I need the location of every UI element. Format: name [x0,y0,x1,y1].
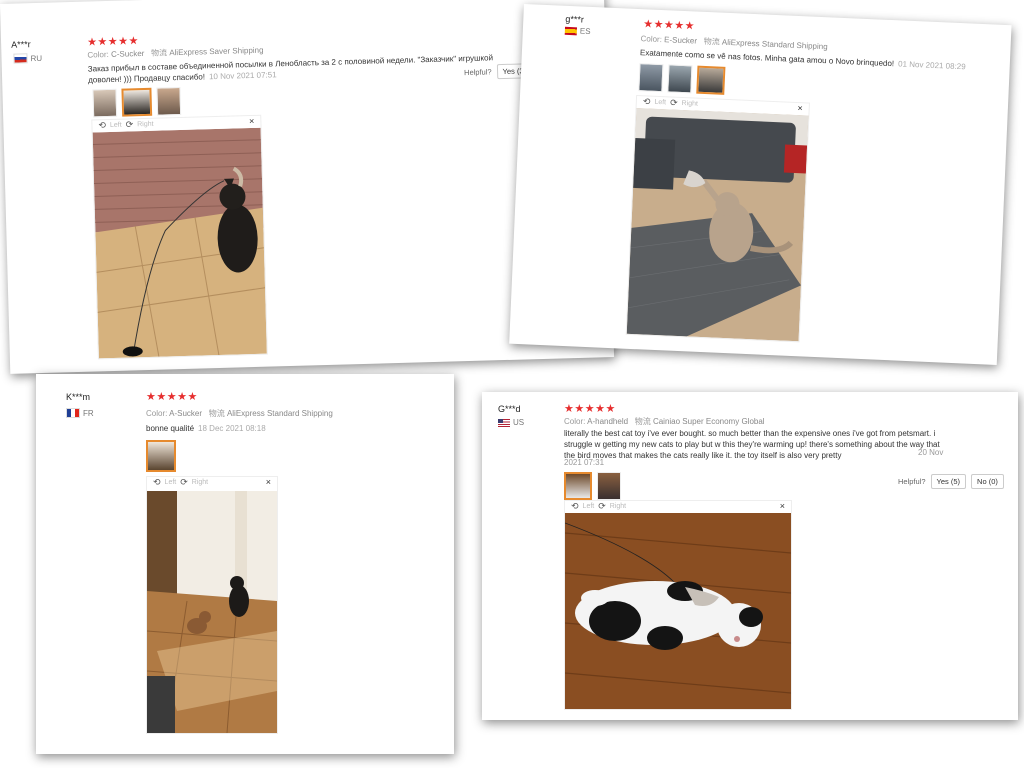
spain-flag-icon [564,26,578,35]
review-date-continued: 2021 07:31 [564,458,605,467]
rating-stars: ★★★★★ [564,403,616,415]
review-photo [92,127,267,359]
rotate-left-icon[interactable]: ⟲ [643,96,651,107]
reviewer-country: FR [66,408,94,418]
review-text: bonne qualité 18 Dec 2021 08:18 [146,424,266,433]
viewer-toolbar: ⟲ Left ⟳ Right × [565,501,791,512]
reviewer-country: RU [13,53,42,64]
reviewer-country: US [498,418,524,427]
rotate-left-icon[interactable]: ⟲ [153,477,161,488]
photo-thumbnail-selected[interactable] [121,87,153,117]
helpful-yes-button[interactable]: Yes (5) [930,474,967,489]
photo-thumbnail[interactable] [156,86,182,116]
reviewer-country: ES [564,26,591,36]
rotate-left-icon[interactable]: ⟲ [98,120,106,131]
rotate-right-label[interactable]: Right [137,121,154,128]
review-date: 20 Nov [918,448,944,457]
reviewer-name: G***d [498,404,521,414]
rotate-left-label[interactable]: Left [165,479,177,486]
review-text: literally the best cat toy i've ever bou… [564,429,940,460]
rotate-left-label[interactable]: Left [654,99,666,107]
reviewer-name: g***r [565,13,585,25]
helpful-area: Helpful? Yes (5) No (0) [898,474,1004,489]
russia-flag-icon [13,53,28,64]
reviewer-name: K***m [66,392,91,402]
photo-viewer: ⟲ Left ⟳ Right × [625,94,810,343]
photo-thumbnails [564,472,621,500]
photo-viewer: ⟲ Left ⟳ Right × [146,476,278,734]
review-card-es: g***r ES ★★★★★ Color: E-Sucker 物流 AliExp… [509,4,1012,365]
review-card-fr: K***m FR ★★★★★ Color: A-Sucker 物流 AliExp… [36,374,454,754]
rotate-right-icon[interactable]: ⟳ [126,119,134,130]
review-card-us: G***d US ★★★★★ Color: A-handheld 物流 Cain… [482,392,1018,720]
review-date: 10 Nov 2021 07:51 [208,70,277,82]
france-flag-icon [66,408,80,418]
rotate-right-label[interactable]: Right [192,479,208,486]
review-meta: Color: A-Sucker 物流 AliExpress Standard S… [146,409,333,418]
photo-thumbnail-selected[interactable] [146,440,176,472]
review-meta: Color: A-handheld 物流 Cainiao Super Econo… [564,417,765,426]
rotate-right-label[interactable]: Right [610,503,626,510]
helpful-no-button[interactable]: No (0) [971,474,1004,489]
photo-thumbnails [92,86,182,118]
rotate-right-icon[interactable]: ⟳ [670,97,678,108]
rotate-left-icon[interactable]: ⟲ [571,501,579,512]
review-date: 01 Nov 2021 08:29 [897,59,966,72]
close-icon[interactable]: × [249,116,255,126]
photo-thumbnail[interactable] [667,64,693,94]
review-photo [565,513,791,709]
close-icon[interactable]: × [797,103,803,113]
review-photo [147,491,277,733]
close-icon[interactable]: × [266,477,271,487]
rotate-right-icon[interactable]: ⟳ [180,477,188,488]
usa-flag-icon [498,418,510,427]
photo-viewer: ⟲ Left ⟳ Right × [91,114,268,360]
rotate-right-icon[interactable]: ⟳ [598,501,606,512]
rating-stars: ★★★★★ [86,35,140,49]
rotate-right-label[interactable]: Right [681,100,698,108]
photo-thumbnail-selected[interactable] [564,472,592,500]
review-date: 18 Dec 2021 08:18 [198,424,266,433]
photo-thumbnail[interactable] [92,88,118,118]
photo-thumbnails [638,63,726,95]
photo-viewer: ⟲ Left ⟳ Right × [564,500,792,710]
review-photo [626,108,809,342]
viewer-toolbar: ⟲ Left ⟳ Right × [147,477,277,488]
rating-stars: ★★★★★ [642,18,696,33]
photo-thumbnail[interactable] [597,472,621,500]
photo-thumbnail-selected[interactable] [696,65,726,95]
reviewer-name: A***r [11,39,31,50]
photo-thumbnails [146,440,176,472]
rating-stars: ★★★★★ [146,391,198,403]
rotate-left-label[interactable]: Left [110,122,122,129]
photo-thumbnail[interactable] [638,63,664,93]
close-icon[interactable]: × [780,501,785,511]
rotate-left-label[interactable]: Left [583,503,595,510]
